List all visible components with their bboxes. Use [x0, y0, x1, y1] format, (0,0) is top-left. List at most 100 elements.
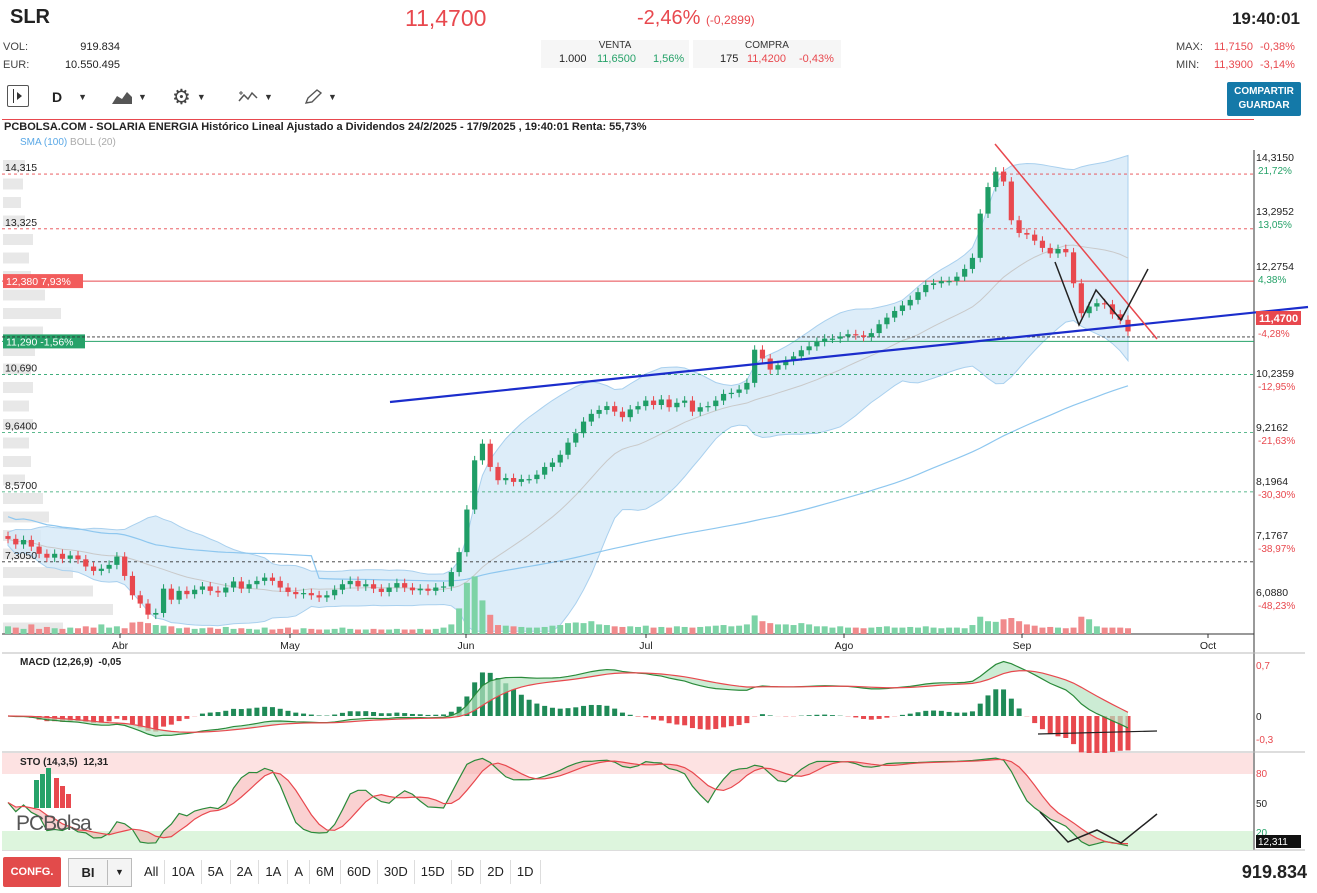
range-button-6m[interactable]: 6M: [310, 860, 342, 884]
volume-bar: [852, 627, 859, 634]
macd-histogram-bar: [542, 705, 548, 716]
range-button-all[interactable]: All: [138, 860, 166, 884]
macd-histogram-bar: [394, 712, 400, 716]
range-button-15d[interactable]: 15D: [415, 860, 452, 884]
macd-histogram-bar: [231, 708, 237, 716]
y-axis-pct: -12,95%: [1258, 382, 1295, 393]
macd-histogram-bar: [441, 714, 447, 716]
candle: [767, 358, 773, 370]
level-label: 9,6400: [5, 421, 37, 433]
volume-bar: [417, 628, 424, 634]
chart-type-value: BI: [81, 865, 95, 880]
macd-histogram-bar: [573, 707, 579, 716]
macd-histogram-bar: [853, 716, 859, 718]
macd-histogram-bar: [129, 716, 135, 725]
macd-histogram-bar: [581, 705, 587, 716]
range-button-5d[interactable]: 5D: [452, 860, 482, 884]
volume-bar: [495, 625, 501, 634]
candle: [75, 555, 81, 560]
macd-histogram-bar: [301, 713, 307, 716]
range-button-2a[interactable]: 2A: [231, 860, 260, 884]
candle: [985, 187, 991, 214]
candle: [230, 581, 237, 588]
macd-histogram-bar: [868, 716, 874, 720]
volume-bar: [487, 614, 494, 634]
volume-bar: [456, 608, 463, 634]
macd-histogram-bar: [938, 710, 944, 716]
candle: [853, 334, 859, 336]
macd-histogram-bar: [946, 711, 952, 716]
volume-bar: [969, 625, 976, 634]
candle: [573, 433, 579, 443]
macd-histogram-bar: [674, 716, 680, 725]
candle: [759, 349, 766, 359]
bollinger-band: [7, 154, 1129, 632]
volume-bar: [59, 628, 66, 634]
range-button-30d[interactable]: 30D: [378, 860, 415, 884]
candle: [806, 346, 812, 351]
candle: [52, 553, 58, 558]
level-label: 13,325: [5, 217, 37, 229]
volume-bar: [666, 627, 673, 634]
macd-histogram-bar: [1094, 716, 1100, 755]
y-axis-pct: 4,38%: [1258, 275, 1286, 286]
chart-type-select[interactable]: BI ▼: [68, 858, 132, 887]
candle: [697, 407, 703, 412]
macd-histogram-bar: [332, 714, 338, 716]
candle: [876, 324, 882, 334]
volume-bar: [1031, 625, 1038, 634]
candle: [1094, 303, 1100, 307]
candle: [59, 553, 66, 559]
price-chart[interactable]: 14,315 13,325 12,380 7,93% 11,290 -1,56% 10,…: [0, 0, 1317, 893]
candle: [526, 479, 532, 481]
macd-histogram-bar: [308, 714, 314, 716]
range-button-a[interactable]: A: [288, 860, 310, 884]
candle: [425, 588, 431, 591]
macd-histogram-bar: [658, 716, 664, 721]
range-button-2d[interactable]: 2D: [481, 860, 511, 884]
candle: [402, 583, 408, 588]
macd-histogram-bar: [238, 709, 244, 716]
sto-value-tag-text: 12,311: [1258, 837, 1288, 848]
volume-bar: [915, 627, 921, 634]
volume-bar: [339, 627, 346, 634]
macd-histogram-bar: [386, 713, 392, 716]
range-button-5a[interactable]: 5A: [202, 860, 231, 884]
chart-type-dropdown-icon[interactable]: ▼: [107, 860, 131, 885]
volume-bar: [782, 624, 789, 634]
volume-bar: [510, 626, 517, 634]
candle: [580, 421, 587, 434]
candle: [969, 257, 976, 269]
sto-value: 12,31: [83, 757, 109, 768]
volume-bar: [549, 625, 556, 634]
range-button-10a[interactable]: 10A: [165, 860, 202, 884]
macd-histogram-bar: [682, 716, 688, 726]
range-button-1d[interactable]: 1D: [511, 860, 541, 884]
level-label: 7,3050: [5, 550, 37, 562]
macd-histogram-bar: [651, 716, 657, 720]
macd-histogram-bar: [736, 716, 742, 725]
macd-histogram-bar: [549, 707, 555, 716]
range-button-1a[interactable]: 1A: [259, 860, 289, 884]
candle: [184, 590, 190, 595]
x-axis-label: May: [280, 640, 301, 652]
config-button[interactable]: CONFG.: [3, 857, 61, 887]
volume-bar: [790, 625, 797, 634]
volume-bar: [697, 626, 704, 634]
level-tag-text: 12,380 7,93%: [6, 276, 71, 288]
macd-histogram-bar: [604, 705, 610, 716]
macd-fill: [8, 661, 1128, 737]
range-button-60d[interactable]: 60D: [341, 860, 378, 884]
macd-histogram-bar: [534, 703, 540, 716]
volume-bar: [253, 629, 260, 634]
level-label: 8,5700: [5, 480, 37, 492]
macd-histogram-bar: [161, 716, 167, 727]
macd-histogram-bar: [744, 716, 750, 724]
volume-bar: [619, 626, 626, 634]
volume-profile-bar: [3, 437, 29, 449]
candle: [409, 587, 416, 591]
candle: [137, 595, 143, 604]
volume-bar: [518, 626, 525, 634]
macd-histogram-bar: [293, 712, 299, 716]
macd-histogram-bar: [697, 716, 703, 730]
